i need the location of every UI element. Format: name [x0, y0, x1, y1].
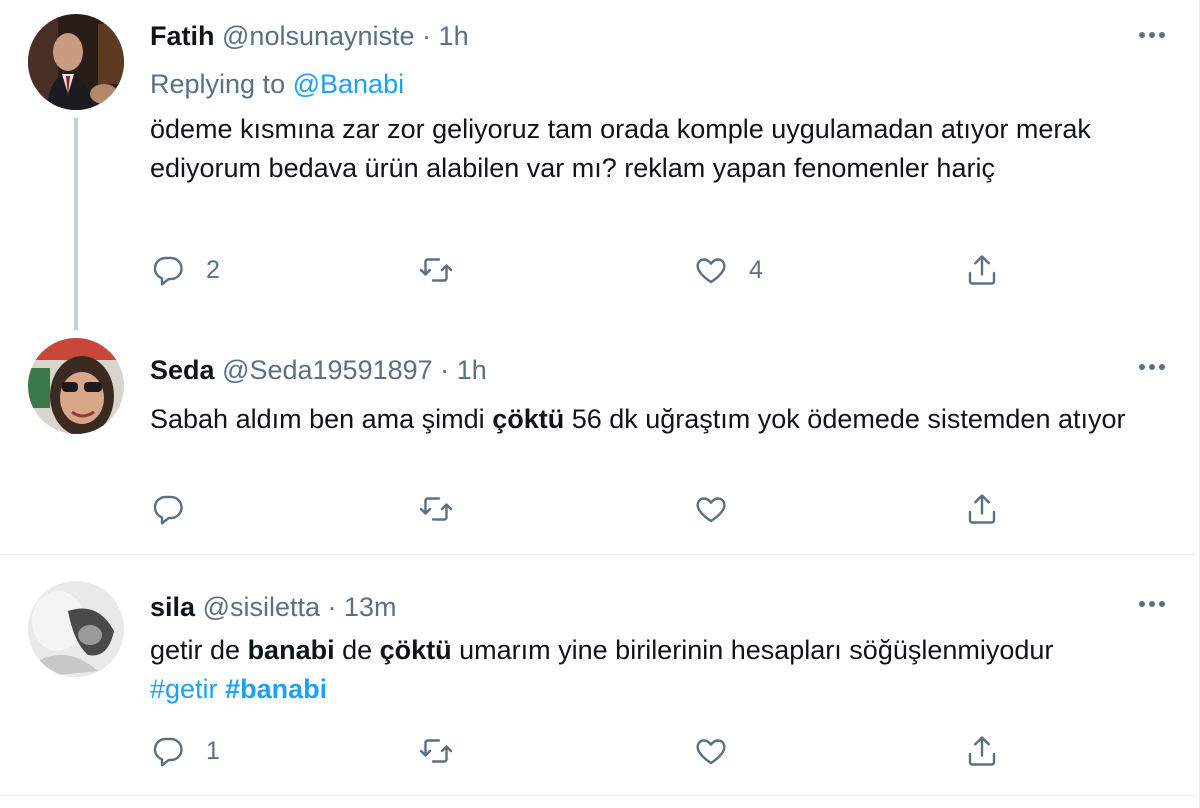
more-icon[interactable]: [1132, 20, 1172, 50]
retweet-button[interactable]: [418, 489, 474, 529]
retweet-button[interactable]: [418, 250, 474, 290]
reply-count: 2: [206, 255, 220, 284]
tweet-text: getir de banabi de çöktü umarım yine bir…: [150, 631, 1160, 709]
like-button[interactable]: [693, 489, 749, 529]
avatar-image: [28, 14, 124, 110]
retweet-icon: [419, 497, 453, 521]
avatar[interactable]: [28, 338, 124, 434]
handle[interactable]: @Seda19591897: [222, 355, 433, 385]
replying-label: Replying to: [150, 69, 286, 99]
display-name[interactable]: Fatih: [150, 21, 215, 51]
hashtag-link[interactable]: #getir: [150, 674, 218, 704]
display-name[interactable]: Seda: [150, 355, 215, 385]
separator: ·: [414, 21, 439, 51]
avatar-image: [28, 338, 124, 434]
tweet-actions: [150, 489, 1050, 529]
reply-count: 1: [206, 736, 220, 765]
text-segment: 56 dk uğraştım yok ödemede sistemden atı…: [564, 404, 1126, 434]
share-button[interactable]: [964, 489, 1000, 529]
tweet[interactable]: sila @sisiletta · 13m getir de banabi de…: [0, 555, 1196, 796]
tweet-feed: Fatih @nolsunayniste · 1h Replying to @B…: [0, 0, 1200, 808]
separator: ·: [320, 592, 345, 622]
handle[interactable]: @nolsunayniste: [222, 21, 415, 51]
tweet[interactable]: Fatih @nolsunayniste · 1h Replying to @B…: [0, 0, 1196, 330]
replying-to: Replying to @Banabi: [150, 66, 404, 102]
reply-button[interactable]: 2: [150, 250, 220, 290]
text-segment: getir de: [150, 635, 248, 665]
reply-icon: [153, 737, 183, 767]
avatar-image: [28, 581, 124, 677]
more-icon[interactable]: [1132, 589, 1172, 619]
like-button[interactable]: 4: [693, 250, 763, 290]
share-icon: [968, 736, 996, 766]
tweet-text: ödeme kısmına zar zor geliyoruz tam orad…: [150, 114, 1091, 183]
avatar[interactable]: [28, 14, 124, 110]
tweet[interactable]: Seda @Seda19591897 · 1h Sabah aldım ben …: [0, 330, 1196, 555]
more-icon[interactable]: [1132, 352, 1172, 382]
separator: ·: [432, 355, 457, 385]
like-button[interactable]: [693, 731, 749, 771]
reply-icon: [153, 256, 183, 286]
like-count: 4: [749, 255, 763, 284]
reply-button[interactable]: [150, 489, 206, 529]
timestamp[interactable]: 1h: [439, 21, 469, 51]
text-segment: Sabah aldım ben ama şimdi: [150, 404, 493, 434]
tweet-header: sila @sisiletta · 13m: [150, 589, 397, 625]
text-segment: umarım yine birilerinin hesapları söğüşl…: [451, 635, 1054, 665]
retweet-icon: [419, 258, 453, 282]
like-icon: [696, 497, 726, 523]
bold-keyword: çöktü: [492, 404, 565, 434]
text-segment: de: [334, 635, 380, 665]
tweet-header: Seda @Seda19591897 · 1h: [150, 352, 487, 388]
like-icon: [696, 258, 726, 284]
display-name[interactable]: sila: [150, 592, 195, 622]
share-button[interactable]: [964, 731, 1000, 771]
timestamp[interactable]: 1h: [457, 355, 487, 385]
share-icon: [968, 494, 996, 524]
tweet-text: Sabah aldım ben ama şimdi çöktü 56 dk uğ…: [150, 400, 1160, 439]
thread-line: [74, 118, 78, 330]
retweet-icon: [419, 739, 453, 763]
like-icon: [696, 739, 726, 765]
share-button[interactable]: [964, 250, 1000, 290]
retweet-button[interactable]: [418, 731, 474, 771]
mention-link[interactable]: @Banabi: [293, 69, 404, 99]
tweet-actions: 1: [150, 731, 1050, 771]
tweet-header: Fatih @nolsunayniste · 1h: [150, 18, 469, 54]
handle[interactable]: @sisiletta: [203, 592, 320, 622]
avatar[interactable]: [28, 581, 124, 677]
reply-button[interactable]: 1: [150, 731, 220, 771]
hashtag-link[interactable]: #banabi: [225, 674, 327, 704]
share-icon: [968, 255, 996, 285]
timestamp[interactable]: 13m: [344, 592, 397, 622]
reply-icon: [153, 495, 183, 525]
bold-keyword: banabi: [247, 635, 335, 665]
tweet-actions: 2 4: [150, 250, 1050, 290]
bold-keyword: çöktü: [379, 635, 452, 665]
